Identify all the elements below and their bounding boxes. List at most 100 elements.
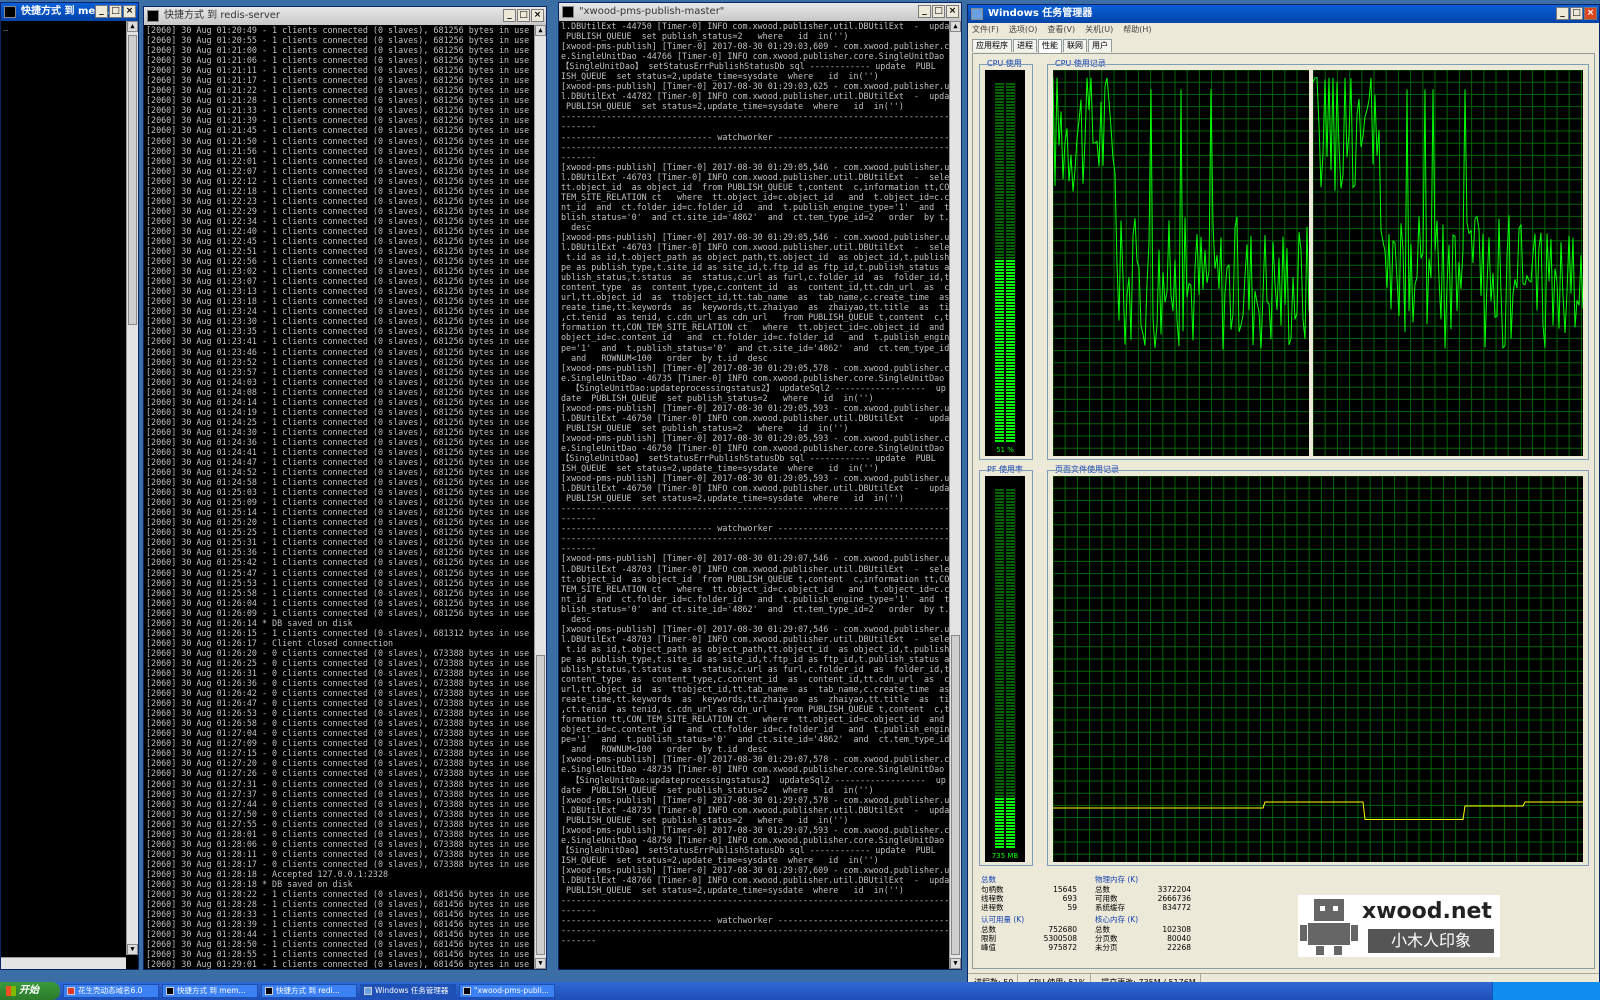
scroll-up-arrow[interactable]: ▲ <box>535 25 546 36</box>
vertical-scrollbar[interactable]: ▲ ▼ <box>949 21 961 969</box>
maximize-button[interactable]: □ <box>932 5 945 18</box>
start-button[interactable]: 开始 <box>0 982 60 1000</box>
taskbar-item-redis[interactable]: 快捷方式 到 redi... <box>261 984 357 998</box>
title-bar[interactable]: "xwood-pms-publish-master" _ □ × <box>559 3 961 21</box>
taskbar-item-memcached[interactable]: 快捷方式 到 mem... <box>162 984 258 998</box>
xwood-pms-publish-console-window[interactable]: "xwood-pms-publish-master" _ □ × l.DBUti… <box>558 2 962 970</box>
close-button[interactable]: × <box>123 5 136 18</box>
cpu-meter-segment <box>1006 203 1015 205</box>
redis-line: [2060] 30 Aug 01:24:25 - 1 clients conne… <box>146 416 530 427</box>
pf-meter-segment <box>995 579 1004 581</box>
pf-meter-segment <box>995 573 1004 575</box>
cpu-meter-segment <box>1006 221 1015 223</box>
pf-meter-segment <box>1006 621 1015 623</box>
pf-meter-segment <box>1006 657 1015 659</box>
close-button[interactable]: × <box>1584 7 1597 20</box>
scroll-down-arrow[interactable]: ▼ <box>535 958 546 969</box>
pf-meter-segment <box>1006 618 1015 620</box>
maximize-button[interactable]: □ <box>109 5 122 18</box>
phys-total-label: 总数 <box>1095 885 1110 894</box>
maximize-button[interactable]: □ <box>517 9 530 22</box>
menu-file[interactable]: 文件(F) <box>972 23 999 37</box>
task-manager-window[interactable]: Windows 任务管理器 _ □ × 文件(F) 选项(O) 查看(V) 关机… <box>967 4 1600 992</box>
vertical-scrollbar[interactable]: ▲ ▼ <box>126 21 138 955</box>
cpu-meter-segment <box>995 257 1004 259</box>
cpu-meter-segment <box>1006 263 1015 265</box>
taskbar-item-task-manager[interactable]: Windows 任务管理器 <box>360 984 456 998</box>
publish-line: desc <box>561 613 592 624</box>
menu-shutdown[interactable]: 关机(U) <box>1085 23 1113 37</box>
redis-line: [2060] 30 Aug 01:21:22 - 1 clients conne… <box>146 85 530 96</box>
scroll-thumb[interactable] <box>951 635 960 955</box>
cpu-meter-segment <box>1006 158 1015 160</box>
pf-meter-segment <box>1006 828 1015 830</box>
cpu-meter-segment <box>1006 341 1015 343</box>
maximize-button[interactable]: □ <box>1570 7 1583 20</box>
cpu-meter-segment <box>1006 296 1015 298</box>
tab-applications[interactable]: 应用程序 <box>972 39 1012 52</box>
title-bar[interactable]: Windows 任务管理器 _ □ × <box>968 5 1599 23</box>
pf-meter-segment <box>995 585 1004 587</box>
redis-line: [2060] 30 Aug 01:28:44 - 1 clients conne… <box>146 929 530 940</box>
menu-view[interactable]: 查看(V) <box>1047 23 1075 37</box>
pf-meter-segment <box>995 513 1004 515</box>
menu-help[interactable]: 帮助(H) <box>1123 23 1151 37</box>
scroll-down-arrow[interactable]: ▼ <box>950 958 961 969</box>
pf-meter-segment <box>1006 723 1015 725</box>
tab-users[interactable]: 用户 <box>1088 39 1112 52</box>
minimize-button[interactable]: _ <box>918 5 931 18</box>
cpu-meter-segment <box>995 290 1004 292</box>
close-button[interactable]: × <box>531 9 544 22</box>
scroll-thumb[interactable] <box>128 35 137 325</box>
cpu-meter-segment <box>1006 194 1015 196</box>
scroll-thumb[interactable] <box>536 655 545 955</box>
cpu-meter-segment <box>995 260 1004 262</box>
taskbar-item-publish-master[interactable]: "xwood-pms-publi... <box>459 984 555 998</box>
publish-line: [xwood-pms-publish] [Timer-0] 2017-08-30… <box>561 754 949 765</box>
title-bar[interactable]: 快捷方式 到 mem... _ □ × <box>1 3 138 21</box>
pf-meter-segment <box>995 705 1004 707</box>
redis-line: [2060] 30 Aug 01:21:06 - 1 clients conne… <box>146 55 530 66</box>
cpu-meter-segment <box>995 254 1004 256</box>
publish-line: formation tt,CON_TEM_SITE_RELATION ct wh… <box>561 322 949 333</box>
cpu-meter-segment <box>995 431 1004 433</box>
cpu-meter-segment <box>1006 107 1015 109</box>
xwood-logo: xwood.net 小木人印象 <box>1298 895 1500 957</box>
pf-meter-segment <box>1006 561 1015 563</box>
scroll-up-arrow[interactable]: ▲ <box>127 21 138 32</box>
cpu-meter-segment <box>995 332 1004 334</box>
tab-performance[interactable]: 性能 <box>1038 39 1062 53</box>
cpu-meter-segment <box>995 143 1004 145</box>
memcached-console-window[interactable]: 快捷方式 到 mem... _ □ × _ ▲ ▼ <box>0 2 139 970</box>
publish-line: ISH_QUEUE set status=2,update_time=sysda… <box>561 71 879 82</box>
pf-meter-segment <box>995 630 1004 632</box>
cpu-meter-segment <box>1006 380 1015 382</box>
tab-processes[interactable]: 进程 <box>1013 39 1037 52</box>
publish-line: t.id as id,t.object_path as object_path,… <box>561 252 949 263</box>
system-tray[interactable] <box>1492 982 1600 1000</box>
minimize-button[interactable]: _ <box>95 5 108 18</box>
scroll-up-arrow[interactable]: ▲ <box>950 21 961 32</box>
title-bar[interactable]: 快捷方式 到 redis-server _ □ × <box>144 7 546 25</box>
pf-meter-segment <box>995 825 1004 827</box>
minimize-button[interactable]: _ <box>1556 7 1569 20</box>
cpu-meter-segment <box>1006 413 1015 415</box>
redis-server-console-window[interactable]: 快捷方式 到 redis-server _ □ × [2060] 30 Aug … <box>143 6 547 970</box>
menu-options[interactable]: 选项(O) <box>1009 23 1038 37</box>
pf-meter-segment <box>995 822 1004 824</box>
pf-meter-segment <box>1006 777 1015 779</box>
taskbar-item-label: "xwood-pms-publi... <box>474 986 549 995</box>
taskbar-item-peanut-dns[interactable]: 花生壳动态域名6.0 <box>63 984 159 998</box>
pf-meter-segment <box>995 711 1004 713</box>
scroll-down-arrow[interactable]: ▼ <box>127 944 138 955</box>
horizontal-scrollbar[interactable] <box>1 957 126 969</box>
close-button[interactable]: × <box>946 5 959 18</box>
pf-meter-segment <box>1006 717 1015 719</box>
vertical-scrollbar[interactable]: ▲ ▼ <box>534 25 546 969</box>
cpu-meter-segment <box>1006 320 1015 322</box>
redis-line: [2060] 30 Aug 01:21:33 - 1 clients conne… <box>146 105 530 116</box>
minimize-button[interactable]: _ <box>503 9 516 22</box>
redis-line: [2060] 30 Aug 01:23:52 - 1 clients conne… <box>146 356 530 367</box>
cpu-meter-segment <box>995 368 1004 370</box>
tab-networking[interactable]: 联网 <box>1063 39 1087 52</box>
